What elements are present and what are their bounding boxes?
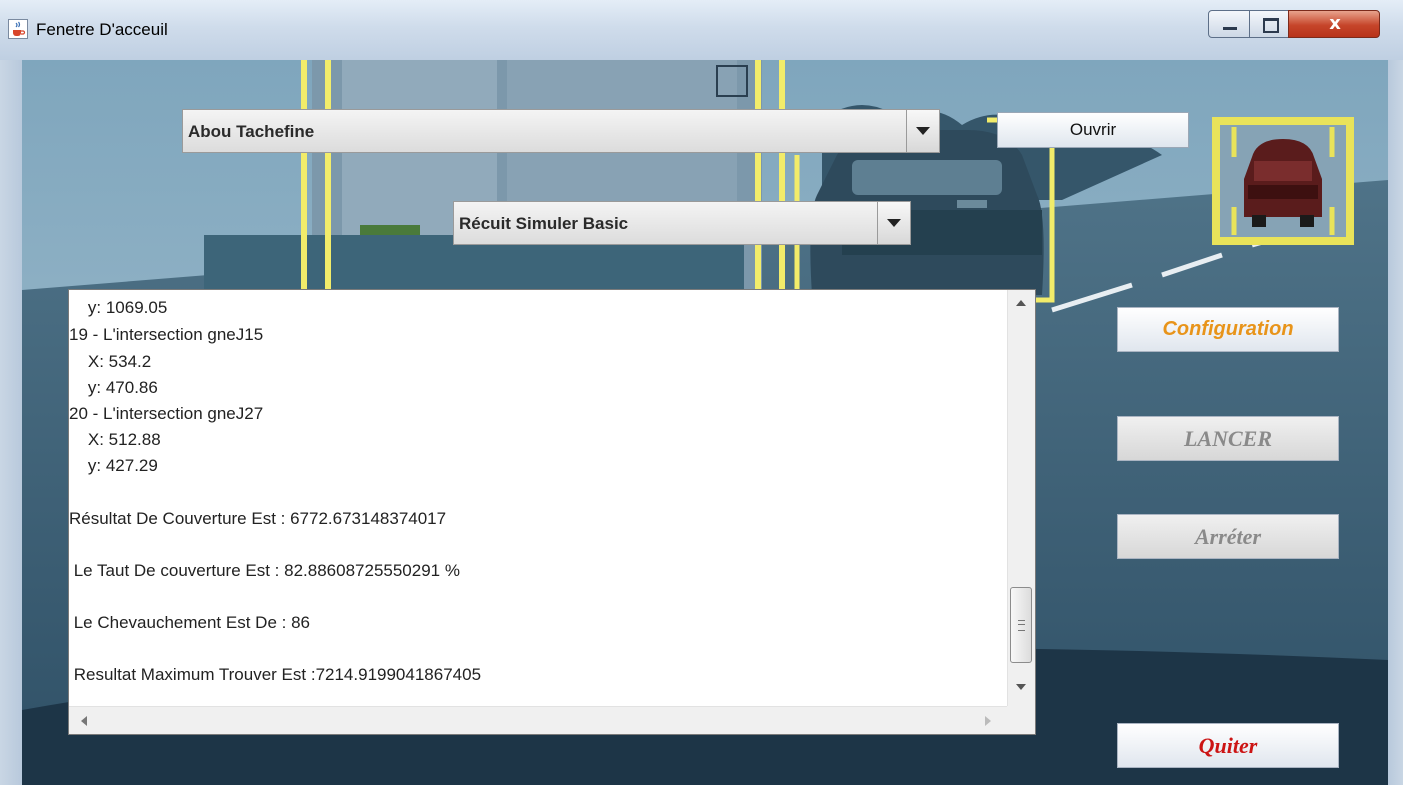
java-cup-icon xyxy=(8,19,28,39)
output-line: Résultat De Couverture Est : 6772.673148… xyxy=(69,509,447,528)
scrollbar-thumb[interactable] xyxy=(1010,587,1032,664)
scroll-up-icon[interactable] xyxy=(1016,300,1026,306)
output-content[interactable]: y: 1069.05 19 - L'intersection gneJ15 X:… xyxy=(69,290,1007,706)
window-frame-left xyxy=(0,60,22,785)
chevron-down-icon[interactable] xyxy=(906,110,939,152)
maximize-icon xyxy=(1263,18,1279,33)
open-button[interactable]: Ouvrir xyxy=(997,112,1189,148)
minimize-button[interactable] xyxy=(1208,10,1250,38)
output-line: y: 427.29 xyxy=(69,456,158,475)
algorithm-select[interactable]: Récuit Simuler Basic xyxy=(453,201,911,245)
output-line: X: 512.88 xyxy=(69,430,161,449)
window-title: Fenetre D'acceuil xyxy=(36,20,168,39)
algorithm-select-value: Récuit Simuler Basic xyxy=(459,214,629,233)
city-select-value: Abou Tachefine xyxy=(188,122,315,141)
maximize-button[interactable] xyxy=(1249,10,1289,38)
minimize-icon xyxy=(1223,27,1237,30)
output-line: X: 534.2 xyxy=(69,352,152,371)
city-select[interactable]: Abou Tachefine xyxy=(182,109,940,153)
quit-button[interactable]: Quiter xyxy=(1117,723,1339,768)
output-text-area[interactable]: y: 1069.05 19 - L'intersection gneJ15 X:… xyxy=(68,289,1036,735)
car-detection-icon xyxy=(1212,117,1354,245)
output-line: Le Chevauchement Est De : 86 xyxy=(69,613,310,632)
vertical-scrollbar[interactable] xyxy=(1007,290,1035,706)
launch-button[interactable]: LANCER xyxy=(1117,416,1339,461)
grip-icon xyxy=(1018,620,1025,632)
close-icon: x xyxy=(1329,13,1341,34)
output-line: Resultat Maximum Trouver Est :7214.91990… xyxy=(69,665,482,684)
chevron-down-icon[interactable] xyxy=(877,202,910,244)
scroll-left-icon[interactable] xyxy=(81,716,87,726)
scroll-down-icon[interactable] xyxy=(1016,684,1026,690)
scroll-right-icon[interactable] xyxy=(985,716,991,726)
close-button[interactable]: x xyxy=(1288,10,1380,38)
horizontal-scrollbar[interactable] xyxy=(69,706,1007,734)
title-bar[interactable]: Fenetre D'acceuil x xyxy=(0,0,1403,61)
output-line: y: 1069.05 xyxy=(69,298,168,317)
configuration-button[interactable]: Configuration xyxy=(1117,307,1339,352)
output-line: y: 470.86 xyxy=(69,378,158,397)
output-line: Le Taut De couverture Est : 82.886087255… xyxy=(69,561,460,580)
scrollbar-corner xyxy=(1007,706,1035,734)
output-line: 20 - L'intersection gneJ27 xyxy=(69,404,264,423)
output-line: 19 - L'intersection gneJ15 xyxy=(69,325,264,344)
stop-button[interactable]: Arréter xyxy=(1117,514,1339,559)
window-frame-right xyxy=(1388,60,1403,785)
